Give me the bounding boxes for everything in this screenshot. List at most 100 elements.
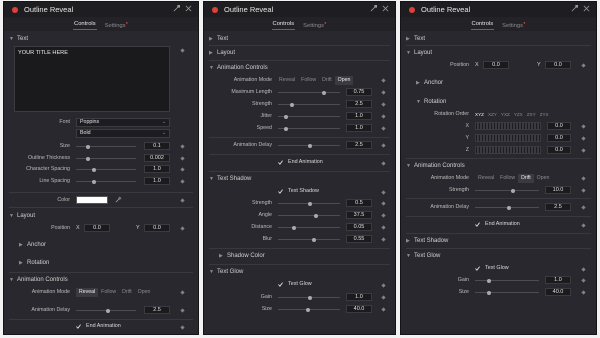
animation-delay-slider[interactable] — [475, 205, 539, 210]
rotation-z-dial[interactable] — [475, 146, 541, 154]
mode-follow[interactable]: Follow — [98, 288, 119, 297]
keyframe-diamond-icon[interactable] — [180, 198, 185, 203]
keyframe-diamond-icon[interactable] — [381, 90, 386, 95]
tab-settings[interactable]: Settings● — [302, 18, 327, 31]
section-layout[interactable]: ▶ Layout — [204, 48, 395, 58]
keyframe-diamond-icon[interactable] — [180, 167, 185, 172]
animation-mode-selector[interactable]: Reveal Follow Drift Open — [475, 174, 552, 183]
slider-knob[interactable] — [322, 90, 326, 95]
mode-follow[interactable]: Follow — [298, 76, 319, 85]
mode-open[interactable]: Open — [334, 76, 354, 85]
slider-knob[interactable] — [86, 156, 90, 161]
section-text[interactable]: ▶ Text — [401, 34, 596, 44]
speed-value[interactable]: 1.0 — [346, 124, 372, 132]
animation-delay-value[interactable]: 2.5 — [346, 141, 372, 149]
rotation-x-dial[interactable] — [475, 122, 541, 130]
slider-knob[interactable] — [106, 308, 110, 313]
rotation-y-value[interactable]: 0.0 — [547, 134, 571, 142]
gain-value[interactable]: 1.0 — [346, 293, 372, 301]
section-animation-controls[interactable]: ▼ Animation Controls — [204, 63, 395, 73]
slider-knob[interactable] — [86, 144, 90, 149]
character-spacing-slider[interactable] — [76, 167, 136, 172]
gain-slider[interactable] — [475, 278, 539, 283]
keyframe-diamond-icon[interactable] — [180, 156, 185, 161]
keyframe-diamond-icon[interactable] — [180, 290, 185, 295]
end-animation-checkbox[interactable]: End Animation — [278, 159, 323, 165]
speed-slider[interactable] — [278, 126, 340, 131]
keyframe-diamond-icon[interactable] — [381, 126, 386, 131]
animation-delay-value[interactable]: 2.5 — [144, 306, 170, 314]
section-rotation[interactable]: ▶ Rotation — [4, 258, 198, 268]
tab-controls[interactable]: Controls — [271, 19, 296, 30]
end-animation-checkbox[interactable]: End Animation — [475, 221, 520, 227]
slider-knob[interactable] — [308, 143, 312, 148]
keyframe-diamond-icon[interactable] — [381, 295, 386, 300]
keyframe-diamond-icon[interactable] — [381, 114, 386, 119]
slider-knob[interactable] — [511, 188, 515, 193]
text-shadow-checkbox[interactable]: Text Shadow — [278, 188, 319, 194]
section-text-shadow[interactable]: ▼ Text Shadow — [204, 174, 395, 184]
strength-slider[interactable] — [475, 188, 539, 193]
keyframe-diamond-icon[interactable] — [180, 325, 185, 330]
keyframe-diamond-icon[interactable] — [381, 307, 386, 312]
tab-controls[interactable]: Controls — [73, 19, 97, 30]
style-dropdown[interactable]: Bold ⌄ — [76, 129, 170, 138]
maximum-length-slider[interactable] — [278, 90, 340, 95]
slider-knob[interactable] — [284, 126, 288, 131]
slider-knob[interactable] — [312, 237, 316, 242]
rot-order-xzy[interactable]: XZY — [488, 112, 497, 117]
slider-knob[interactable] — [306, 307, 310, 312]
settings-icon[interactable] — [583, 5, 590, 12]
character-spacing-value[interactable]: 1.0 — [144, 165, 170, 173]
mode-drift[interactable]: Drift — [119, 288, 135, 297]
keyframe-diamond-icon[interactable] — [180, 144, 185, 149]
blur-slider[interactable] — [278, 237, 340, 242]
angle-value[interactable]: 37.5 — [346, 211, 372, 219]
section-text-glow[interactable]: ▼ Text Glow — [401, 251, 596, 261]
color-swatch[interactable] — [76, 196, 108, 204]
mode-follow[interactable]: Follow — [497, 174, 518, 183]
gain-slider[interactable] — [278, 295, 340, 300]
keyframe-icon[interactable] — [173, 5, 180, 12]
rotation-order-selector[interactable]: XYZ XZY YXZ YZX ZXY ZYX — [475, 112, 549, 117]
keyframe-diamond-icon[interactable] — [581, 278, 586, 283]
settings-icon[interactable] — [185, 5, 192, 12]
jitter-slider[interactable] — [278, 114, 340, 119]
keyframe-diamond-icon[interactable] — [381, 237, 386, 242]
keyframe-diamond-icon[interactable] — [381, 102, 386, 107]
keyframe-diamond-icon[interactable] — [381, 283, 386, 288]
keyframe-diamond-icon[interactable] — [381, 161, 386, 166]
section-layout[interactable]: ▼ Layout — [4, 211, 198, 221]
section-anchor[interactable]: ▶ Anchor — [4, 240, 198, 250]
size-value[interactable]: 0.1 — [144, 142, 170, 150]
jitter-value[interactable]: 1.0 — [346, 112, 372, 120]
tab-controls[interactable]: Controls — [470, 19, 495, 30]
mode-reveal[interactable]: Reveal — [475, 174, 497, 183]
rot-order-yzx[interactable]: YZX — [514, 112, 523, 117]
strength-value[interactable]: 2.5 — [346, 100, 372, 108]
shadow-strength-slider[interactable] — [278, 201, 340, 206]
animation-delay-slider[interactable] — [76, 308, 136, 313]
section-animation-controls[interactable]: ▼ Animation Controls — [401, 161, 596, 171]
section-layout[interactable]: ▼ Layout — [401, 48, 596, 58]
keyframe-diamond-icon[interactable] — [581, 223, 586, 228]
slider-knob[interactable] — [92, 179, 96, 184]
mode-open[interactable]: Open — [135, 288, 154, 297]
rot-order-zxy[interactable]: ZXY — [527, 112, 536, 117]
slider-knob[interactable] — [507, 205, 511, 210]
position-x-value[interactable]: 0.0 — [483, 61, 509, 69]
keyframe-diamond-icon[interactable] — [581, 205, 586, 210]
section-shadow-color[interactable]: ▶ Shadow Color — [204, 251, 395, 261]
keyframe-diamond-icon[interactable] — [581, 176, 586, 181]
mode-reveal[interactable]: Reveal — [76, 288, 99, 297]
animation-delay-value[interactable]: 2.5 — [545, 203, 571, 211]
section-animation-controls[interactable]: ▼ Animation Controls — [4, 275, 198, 285]
text-glow-checkbox[interactable]: Text Glow — [278, 281, 312, 287]
keyframe-diamond-icon[interactable] — [381, 190, 386, 195]
keyframe-diamond-icon[interactable] — [581, 63, 586, 68]
glow-size-slider[interactable] — [475, 290, 539, 295]
tab-settings[interactable]: Settings● — [104, 18, 129, 31]
slider-knob[interactable] — [308, 295, 312, 300]
text-input[interactable]: YOUR TITLE HERE — [14, 46, 170, 112]
line-spacing-slider[interactable] — [76, 179, 136, 184]
